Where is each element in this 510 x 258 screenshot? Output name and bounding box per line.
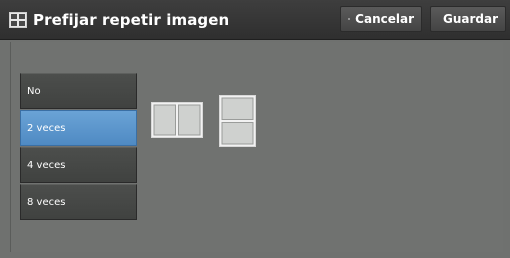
cancel-button[interactable]: Cancelar xyxy=(340,6,422,32)
option-8-veces[interactable]: 8 veces xyxy=(20,184,137,220)
cancel-label: Cancelar xyxy=(355,12,414,26)
save-button[interactable]: Guardar xyxy=(430,6,506,32)
option-2-veces[interactable]: 2 veces xyxy=(20,110,137,146)
option-no[interactable]: No xyxy=(20,73,137,109)
option-label: No xyxy=(27,85,41,97)
close-icon xyxy=(348,17,351,21)
option-label: 8 veces xyxy=(27,196,66,208)
repeat-options-list: No 2 veces 4 veces 8 veces xyxy=(20,73,137,220)
option-label: 2 veces xyxy=(27,122,66,134)
title-area: Prefijar repetir imagen xyxy=(9,10,229,30)
option-label: 4 veces xyxy=(27,159,66,171)
dialog-window: Prefijar repetir imagen Cancelar Guardar… xyxy=(0,0,510,258)
preview-side-by-side-icon xyxy=(151,102,203,138)
dialog-header: Prefijar repetir imagen Cancelar Guardar xyxy=(0,0,510,40)
preview-stacked-icon xyxy=(219,95,256,147)
option-4-veces[interactable]: 4 veces xyxy=(20,147,137,183)
repeat-image-icon xyxy=(9,12,27,28)
page-title: Prefijar repetir imagen xyxy=(33,11,230,29)
save-label: Guardar xyxy=(443,12,499,26)
